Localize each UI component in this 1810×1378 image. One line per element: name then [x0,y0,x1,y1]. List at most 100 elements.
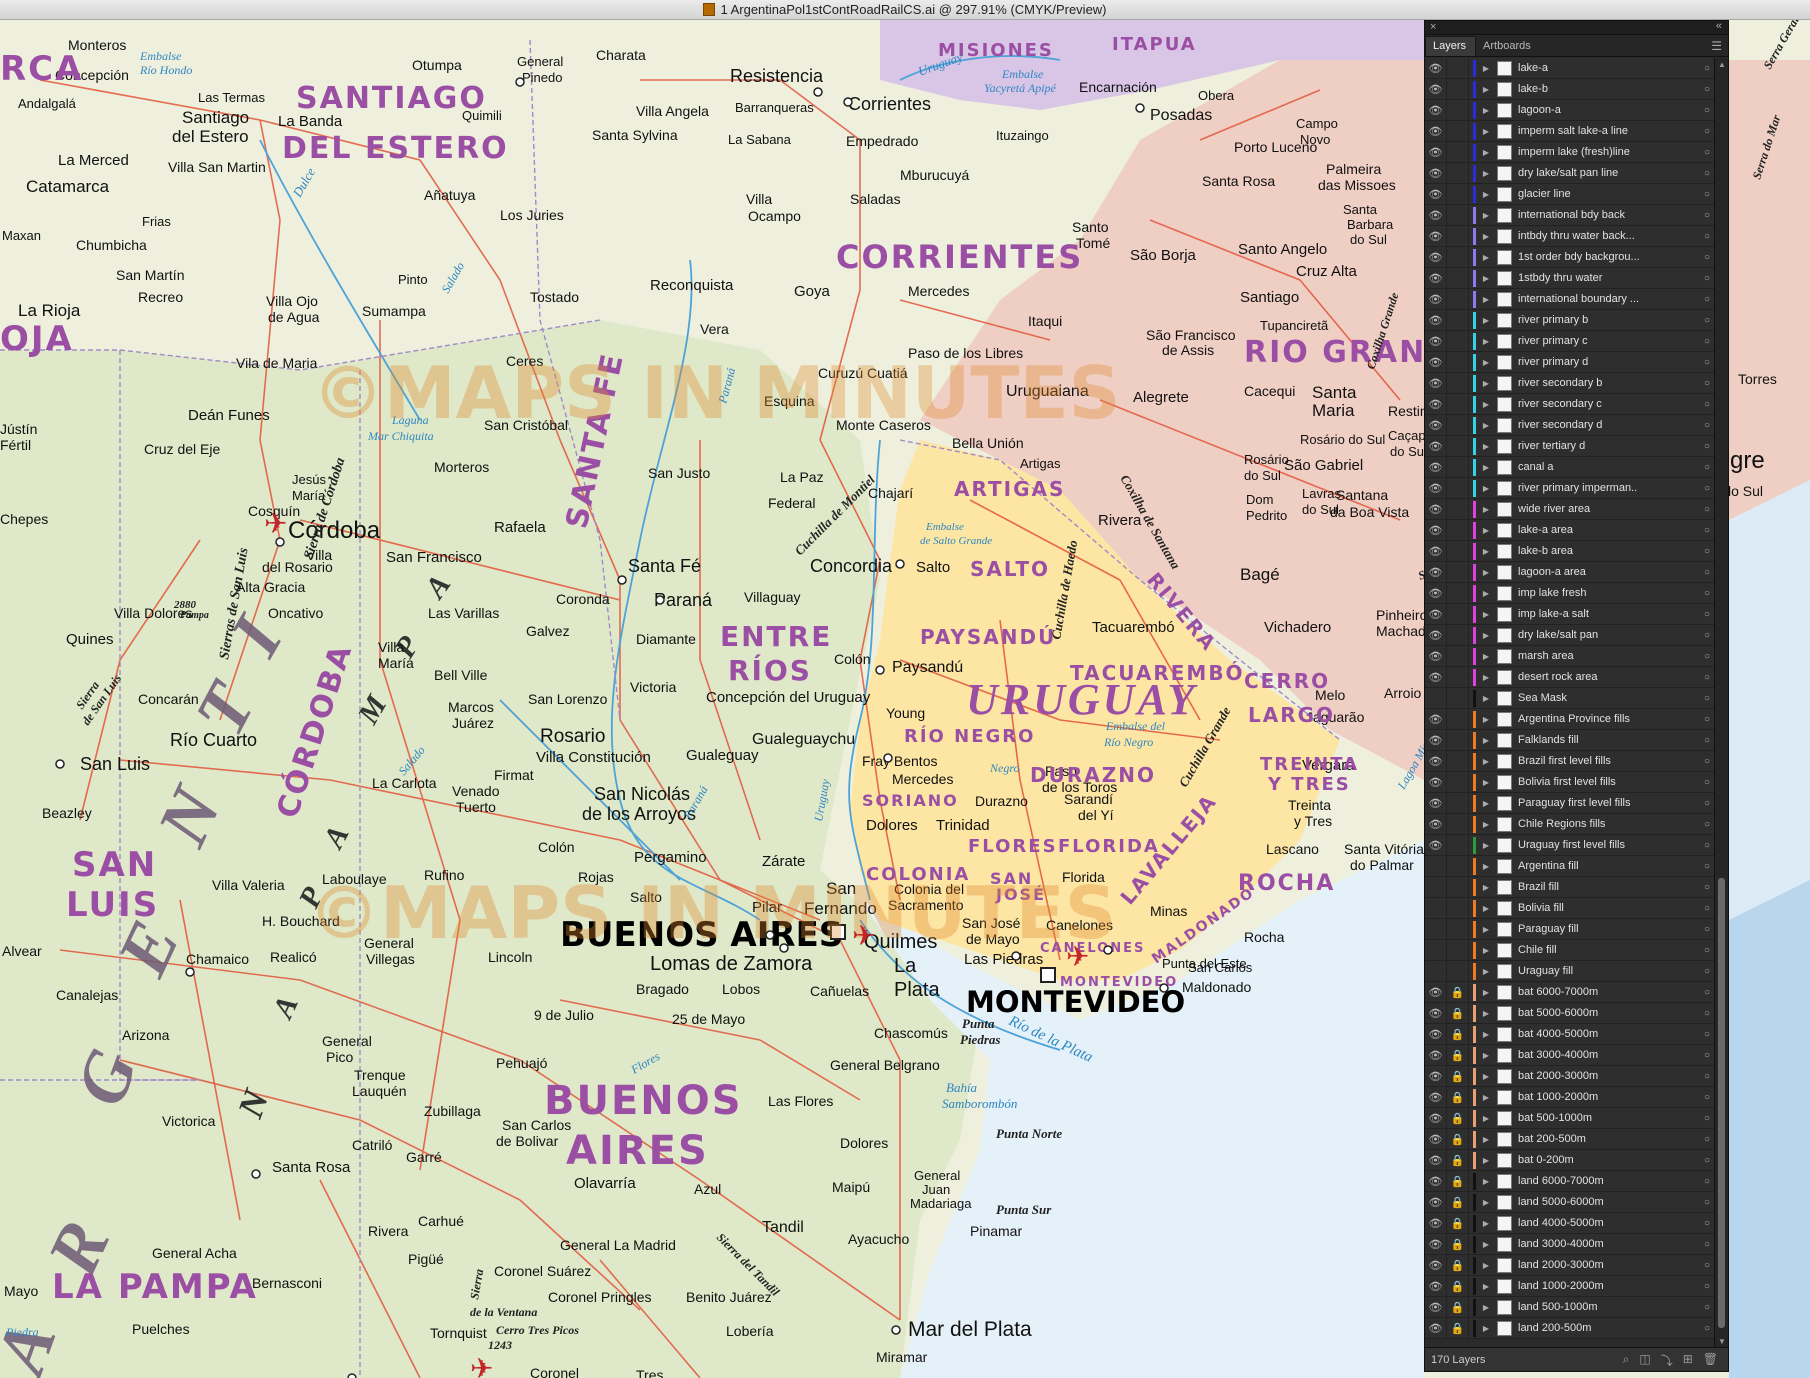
lock-icon[interactable] [1447,834,1469,856]
visibility-eye-icon[interactable]: 👁 [1425,414,1447,436]
lock-icon[interactable] [1447,330,1469,352]
target-circle-icon[interactable]: ○ [1699,63,1715,74]
layer-name[interactable]: land 2000-3000m [1518,1259,1699,1271]
expand-triangle-icon[interactable]: ▶ [1479,1261,1493,1270]
target-circle-icon[interactable]: ○ [1699,525,1715,536]
layer-name[interactable]: Sea Mask [1518,692,1699,704]
lock-icon[interactable] [1447,645,1469,667]
layer-name[interactable]: Uraguay first level fills [1518,839,1699,851]
delete-layer-icon[interactable]: 🗑 [1703,1352,1718,1369]
expand-triangle-icon[interactable]: ▶ [1479,211,1493,220]
lock-icon[interactable] [1447,288,1469,310]
visibility-eye-icon[interactable]: 👁 [1425,456,1447,478]
layer-name[interactable]: land 200-500m [1518,1322,1699,1334]
scrollbar-thumb[interactable] [1718,878,1725,1328]
expand-triangle-icon[interactable]: ▶ [1479,400,1493,409]
layer-row[interactable]: 👁 ▶ river secondary d ○ [1425,414,1715,436]
target-circle-icon[interactable]: ○ [1699,1155,1715,1166]
layer-name[interactable]: bat 3000-4000m [1518,1049,1699,1061]
lock-icon[interactable] [1447,456,1469,478]
layer-name[interactable]: marsh area [1518,650,1699,662]
lock-icon[interactable] [1447,372,1469,394]
expand-triangle-icon[interactable]: ▶ [1479,1324,1493,1333]
visibility-eye-icon[interactable]: 👁 [1425,981,1447,1003]
expand-triangle-icon[interactable]: ▶ [1479,904,1493,913]
layer-row[interactable]: ▶ Bolivia fill ○ [1425,897,1715,919]
target-circle-icon[interactable]: ○ [1699,546,1715,557]
expand-triangle-icon[interactable]: ▶ [1479,736,1493,745]
target-circle-icon[interactable]: ○ [1699,1008,1715,1019]
target-circle-icon[interactable]: ○ [1699,315,1715,326]
target-circle-icon[interactable]: ○ [1699,1092,1715,1103]
expand-triangle-icon[interactable]: ▶ [1479,1051,1493,1060]
visibility-eye-icon[interactable]: 👁 [1425,1317,1447,1339]
expand-triangle-icon[interactable]: ▶ [1479,883,1493,892]
visibility-eye-icon[interactable]: 👁 [1425,1107,1447,1129]
lock-icon[interactable] [1447,267,1469,289]
expand-triangle-icon[interactable]: ▶ [1479,589,1493,598]
layer-name[interactable]: Argentina Province fills [1518,713,1699,725]
layer-row[interactable]: 👁 🔒 ▶ bat 3000-4000m ○ [1425,1044,1715,1066]
target-circle-icon[interactable]: ○ [1699,609,1715,620]
layer-name[interactable]: dry lake/salt pan [1518,629,1699,641]
expand-triangle-icon[interactable]: ▶ [1479,778,1493,787]
lock-icon[interactable] [1447,78,1469,100]
lock-icon[interactable] [1447,687,1469,709]
lock-icon[interactable] [1447,225,1469,247]
lock-icon[interactable] [1447,141,1469,163]
expand-triangle-icon[interactable]: ▶ [1479,820,1493,829]
layer-row[interactable]: ▶ Sea Mask ○ [1425,687,1715,709]
target-circle-icon[interactable]: ○ [1699,882,1715,893]
target-circle-icon[interactable]: ○ [1699,147,1715,158]
layer-name[interactable]: bat 1000-2000m [1518,1091,1699,1103]
new-sublayer-icon[interactable]: ⤵ [1661,1352,1673,1369]
expand-triangle-icon[interactable]: ▶ [1479,610,1493,619]
layer-row[interactable]: 👁 ▶ imperm lake (fresh)line ○ [1425,141,1715,163]
visibility-eye-icon[interactable]: 👁 [1425,813,1447,835]
lock-icon[interactable]: 🔒 [1447,1149,1469,1171]
visibility-eye-icon[interactable]: 👁 [1425,603,1447,625]
layer-row[interactable]: 👁 ▶ Falklands fill ○ [1425,729,1715,751]
layer-row[interactable]: 👁 ▶ Paraguay first level fills ○ [1425,792,1715,814]
lock-icon[interactable] [1447,99,1469,121]
expand-triangle-icon[interactable]: ▶ [1479,64,1493,73]
lock-icon[interactable] [1447,183,1469,205]
layer-name[interactable]: river tertiary d [1518,440,1699,452]
layer-name[interactable]: wide river area [1518,503,1699,515]
lock-icon[interactable] [1447,771,1469,793]
close-panel-icon[interactable]: × [1430,21,1436,33]
expand-triangle-icon[interactable]: ▶ [1479,1114,1493,1123]
layer-row[interactable]: 👁 🔒 ▶ bat 0-200m ○ [1425,1149,1715,1171]
lock-icon[interactable]: 🔒 [1447,1107,1469,1129]
target-circle-icon[interactable]: ○ [1699,399,1715,410]
locate-object-icon[interactable]: ⌕ [1623,1352,1630,1369]
target-circle-icon[interactable]: ○ [1699,231,1715,242]
visibility-eye-icon[interactable]: 👁 [1425,267,1447,289]
visibility-eye-icon[interactable]: 👁 [1425,1149,1447,1171]
target-circle-icon[interactable]: ○ [1699,504,1715,515]
target-circle-icon[interactable]: ○ [1699,777,1715,788]
layer-row[interactable]: 👁 ▶ Uraguay first level fills ○ [1425,834,1715,856]
lock-icon[interactable] [1447,624,1469,646]
visibility-eye-icon[interactable]: 👁 [1425,1128,1447,1150]
layer-name[interactable]: Uraguay fill [1518,965,1699,977]
target-circle-icon[interactable]: ○ [1699,1050,1715,1061]
lock-icon[interactable] [1447,939,1469,961]
target-circle-icon[interactable]: ○ [1699,441,1715,452]
layer-row[interactable]: 👁 🔒 ▶ land 5000-6000m ○ [1425,1191,1715,1213]
layer-name[interactable]: intbdy thru water back... [1518,230,1699,242]
layer-name[interactable]: 1st order bdy backgrou... [1518,251,1699,263]
target-circle-icon[interactable]: ○ [1699,294,1715,305]
layer-list-scrollbar[interactable]: ▲ ▼ [1714,58,1728,1348]
layer-name[interactable]: lagoon-a area [1518,566,1699,578]
visibility-eye-icon[interactable]: 👁 [1425,792,1447,814]
visibility-eye-icon[interactable]: 👁 [1425,330,1447,352]
tab-layers[interactable]: Layers [1425,36,1477,56]
layer-row[interactable]: 👁 ▶ Brazil first level fills ○ [1425,750,1715,772]
visibility-eye-icon[interactable]: 👁 [1425,1191,1447,1213]
layer-row[interactable]: 👁 ▶ dry lake/salt pan ○ [1425,624,1715,646]
visibility-eye-icon[interactable]: 👁 [1425,582,1447,604]
layer-row[interactable]: 👁 🔒 ▶ bat 5000-6000m ○ [1425,1002,1715,1024]
expand-triangle-icon[interactable]: ▶ [1479,1282,1493,1291]
visibility-eye-icon[interactable]: 👁 [1425,1296,1447,1318]
